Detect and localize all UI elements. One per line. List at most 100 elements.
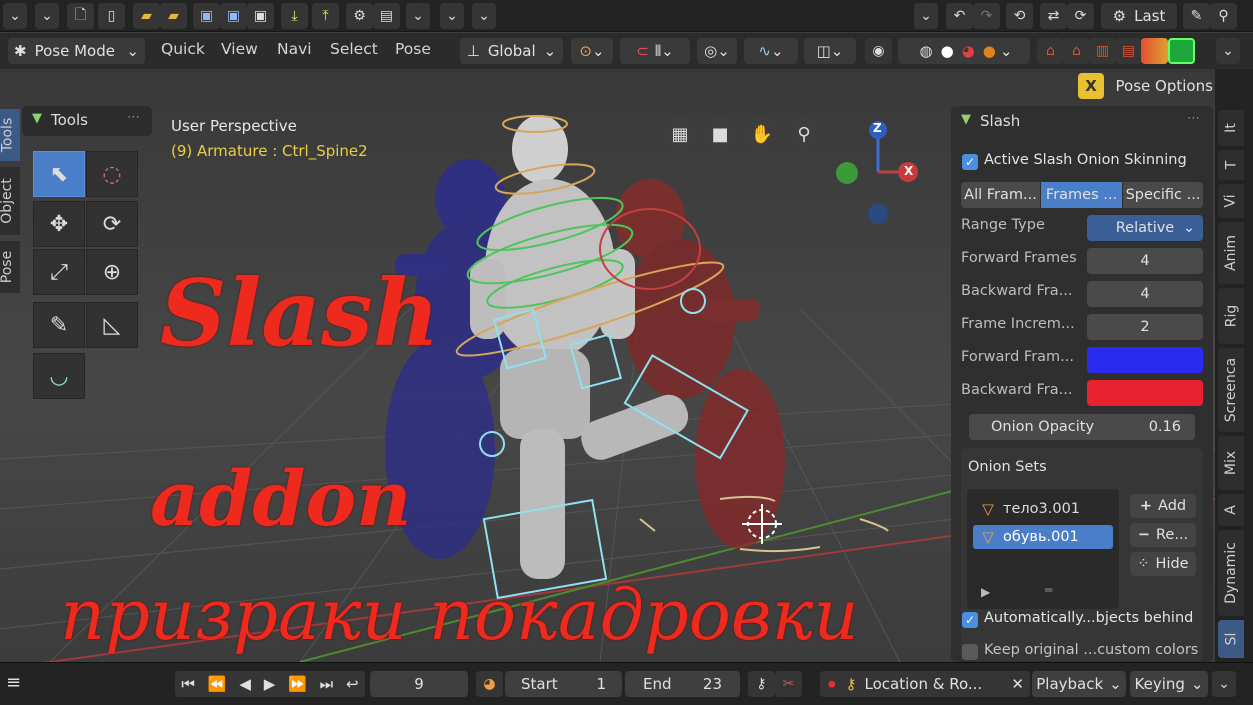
annotate-tool-icon[interactable]: ✎ — [33, 302, 85, 348]
mode-tab-frames[interactable]: Frames ... — [1041, 182, 1122, 208]
render-settings-icon[interactable]: ⚙ — [346, 3, 373, 29]
menu-pose[interactable]: Pose — [395, 40, 431, 58]
sidebar-tab-it[interactable]: It — [1218, 110, 1244, 146]
chevron-down-icon[interactable]: ⌄ — [914, 3, 938, 29]
frame-increment-field[interactable]: 2 — [1087, 314, 1203, 340]
measure-tool-icon[interactable]: ◺ — [86, 302, 138, 348]
add-set-button[interactable]: + Add — [1130, 494, 1196, 518]
chevron-down-icon[interactable]: ⌄ — [440, 3, 464, 29]
remove-set-button[interactable]: − Re... — [1130, 523, 1196, 547]
hamburger-menu-icon[interactable]: ≡ — [6, 672, 21, 693]
pivot-point-selector[interactable]: ⊙ ⌄ — [571, 38, 613, 64]
mode-tab-specific[interactable]: Specific ... — [1123, 182, 1203, 208]
recent-folder-icon[interactable]: ▰ — [160, 3, 187, 29]
list-item[interactable]: ▽ обувь.001 — [973, 525, 1113, 549]
backward-color-swatch[interactable] — [1087, 380, 1203, 406]
new-file-icon[interactable]: 🗋 — [67, 3, 94, 29]
x-mirror-toggle[interactable]: X — [1078, 73, 1104, 99]
menu-navi[interactable]: Navi — [277, 40, 312, 58]
preview-range-icon[interactable]: ◕ — [476, 671, 503, 697]
range-type-dropdown[interactable]: Relative ⌄ — [1087, 215, 1203, 241]
panel-expand-icon[interactable]: ▼ — [961, 112, 971, 127]
pose-options-dropdown[interactable]: Pose Options⌄ — [1111, 73, 1215, 99]
delete-key-icon[interactable]: ✂ — [775, 671, 802, 697]
undo-icon[interactable]: ↶ — [946, 3, 973, 29]
building-icon[interactable]: ▥ — [1089, 38, 1116, 64]
rotate-tool-icon[interactable]: ⟳ — [86, 201, 138, 247]
left-tab-tools[interactable]: Tools — [0, 109, 20, 161]
chevron-down-icon[interactable]: ⌄ — [1212, 671, 1236, 697]
y-axis-handle[interactable] — [836, 162, 858, 184]
sidebar-tab-vi[interactable]: Vi — [1218, 184, 1244, 218]
chevron-down-icon[interactable]: ⌄ — [1216, 38, 1240, 64]
left-tab-pose[interactable]: Pose — [0, 241, 20, 293]
close-icon[interactable]: ✕ — [1011, 675, 1024, 693]
keep-colors-checkbox[interactable] — [962, 644, 978, 660]
sidebar-tab-dynamic[interactable]: Dynamic — [1218, 530, 1244, 616]
import-icon[interactable]: ⤓ — [281, 3, 308, 29]
tools-panel-header[interactable]: ▼ Tools ⋯ — [22, 106, 152, 136]
left-tab-object[interactable]: Object — [0, 167, 20, 235]
clapboard-icon[interactable]: ▤ — [373, 3, 400, 29]
overlay-selector[interactable]: ◫ ⌄ — [804, 38, 856, 64]
resize-handle-icon[interactable]: ═ — [1045, 583, 1052, 597]
current-frame-field[interactable]: 9 — [370, 671, 468, 697]
sidebar-tab-anim[interactable]: Anim — [1218, 222, 1244, 284]
sidebar-tab-rig[interactable]: Rig — [1218, 288, 1244, 344]
key-icon[interactable]: ⚷ — [748, 671, 775, 697]
move-tool-icon[interactable]: ✥ — [33, 201, 85, 247]
forward-color-swatch[interactable] — [1087, 347, 1203, 373]
play-reverse-icon[interactable]: ◀ — [239, 675, 251, 693]
relax-pose-tool-icon[interactable]: ◡ — [33, 353, 85, 399]
active-onion-checkbox[interactable]: ✓ — [962, 154, 978, 170]
hand-pan-icon[interactable]: ✋ — [744, 116, 780, 152]
shading-selector[interactable]: ◍ ● ◕ ● ⌄ — [898, 38, 1030, 64]
3d-viewport[interactable]: User Perspective (9) Armature : Ctrl_Spi… — [0, 69, 1215, 662]
file-icon[interactable]: ▯ — [98, 3, 125, 29]
play-icon[interactable]: ▶ — [264, 675, 276, 693]
sidebar-tab-t[interactable]: T — [1218, 150, 1244, 180]
proportional-edit-selector[interactable]: ◎ ⌄ — [697, 38, 737, 64]
list-item[interactable]: ▽ тело3.001 — [973, 497, 1113, 521]
open-folder-icon[interactable]: ▰ — [133, 3, 160, 29]
chevron-down-icon[interactable]: ⌄ — [406, 3, 430, 29]
menu-quick[interactable]: Quick — [161, 40, 205, 58]
save-as-icon[interactable]: ▣ — [220, 3, 247, 29]
next-keyframe-icon[interactable]: ⏩ — [288, 675, 307, 693]
block-icon[interactable]: ▤ — [1115, 38, 1142, 64]
scale-tool-icon[interactable]: ⤢ — [33, 249, 85, 295]
green-square-icon[interactable] — [1168, 38, 1195, 64]
drag-handle-icon[interactable]: ⋯ — [1187, 111, 1200, 126]
sidebar-tab-mix[interactable]: Mix — [1218, 436, 1244, 490]
repeat-icon[interactable]: ⇄ — [1040, 3, 1067, 29]
backward-frames-field[interactable]: 4 — [1087, 281, 1203, 307]
sidebar-tab-a[interactable]: A — [1218, 494, 1244, 526]
history-icon[interactable]: ⟲ — [1006, 3, 1033, 29]
transform-tool-icon[interactable]: ⊕ — [86, 249, 138, 295]
menu-select[interactable]: Select — [330, 40, 378, 58]
camera-icon[interactable]: ◉ — [865, 38, 892, 64]
mode-tab-all-frames[interactable]: All Fram... — [961, 182, 1040, 208]
menu-view[interactable]: View — [221, 40, 258, 58]
auto-behind-checkbox[interactable]: ✓ — [962, 612, 978, 628]
end-frame-field[interactable]: End 23 — [625, 671, 740, 697]
repeat-history-icon[interactable]: ⟳ — [1067, 3, 1094, 29]
onion-opacity-slider[interactable]: Onion Opacity 0.16 — [969, 414, 1195, 440]
forward-frames-field[interactable]: 4 — [1087, 248, 1203, 274]
neg-z-axis-handle[interactable] — [868, 204, 888, 224]
home-icon[interactable]: ⌂ — [1037, 38, 1064, 64]
keying-set-selector[interactable]: ⏺ ⚷ Location & Ro... ✕ — [820, 671, 1030, 697]
search-icon[interactable]: ⚲ — [1210, 3, 1237, 29]
jump-start-icon[interactable]: ⏮ — [181, 675, 195, 693]
chevron-down-icon[interactable]: ⌄ — [35, 3, 59, 29]
previous-keyframe-icon[interactable]: ⏪ — [208, 675, 227, 693]
last-operator-button[interactable]: ⚙ Last — [1101, 3, 1177, 29]
mode-selector[interactable]: ✱ Pose Mode ⌄ — [8, 38, 145, 64]
chevron-down-icon[interactable]: ⌄ — [3, 3, 27, 29]
snap-selector[interactable]: ⊂ ⫴ ⌄ — [620, 38, 690, 64]
jump-end-icon[interactable]: ⏭ — [320, 675, 334, 693]
loop-icon[interactable]: ↩ — [346, 675, 359, 693]
zoom-icon[interactable]: ⚲ — [786, 116, 822, 152]
hide-set-button[interactable]: ⁘ Hide — [1130, 552, 1196, 576]
transform-orientation-selector[interactable]: ⊥ Global ⌄ — [460, 38, 563, 64]
